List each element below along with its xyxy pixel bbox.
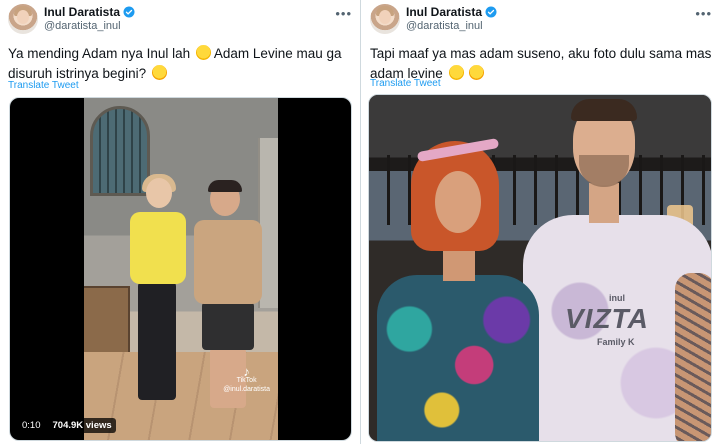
tweet-video[interactable]: ♪ TikTok @inul.daratista 0:10 704.9K vie… (9, 97, 352, 441)
verified-badge-icon (485, 6, 497, 18)
author-name[interactable]: Inul Daratista (44, 5, 120, 19)
shirt-print: inul VIZTA Family K (565, 293, 675, 353)
video-views: 704.9K views (48, 418, 116, 433)
man-figure (192, 180, 264, 432)
verified-badge-icon (123, 6, 135, 18)
tiktok-user: @inul.daratista (223, 386, 270, 393)
rolling-on-floor-laughing-emoji-icon (448, 65, 464, 80)
video-frame: ♪ TikTok @inul.daratista (84, 98, 278, 440)
tweet-photo[interactable]: inul VIZTA Family K (368, 94, 712, 442)
tweet-text-part: Tapi maaf ya mas adam suseno, aku foto d… (370, 46, 712, 81)
tiktok-logo-icon: ♪ (243, 364, 250, 379)
tweet-header: Inul Daratista @daratista_inul ••• (370, 4, 712, 38)
avatar[interactable] (370, 4, 400, 34)
face-with-hand-over-mouth-emoji-icon (151, 65, 167, 80)
grinning-sweat-emoji-icon (195, 45, 211, 60)
shirt-print-main: VIZTA (565, 303, 649, 334)
woman-figure (124, 174, 190, 428)
face-with-hand-over-mouth-emoji-icon (469, 65, 485, 80)
tweet-header: Inul Daratista @daratista_inul ••• (8, 4, 352, 38)
more-horizontal-icon[interactable]: ••• (335, 6, 352, 21)
author-handle[interactable]: @daratista_inul (44, 20, 121, 32)
author-name[interactable]: Inul Daratista (406, 5, 482, 19)
translate-tweet-link[interactable]: Translate Tweet (8, 80, 79, 91)
avatar[interactable] (8, 4, 38, 34)
woman-figure (373, 135, 543, 441)
translate-tweet-link[interactable]: Translate Tweet (370, 78, 441, 89)
tweet-text-part: Ya mending Adam nya Inul lah (8, 46, 191, 61)
shirt-print-bottom: Family K (597, 337, 635, 347)
tiktok-watermark: ♪ TikTok @inul.daratista (223, 364, 270, 394)
video-meta: 0:10 704.9K views (18, 418, 116, 433)
man-figure: inul VIZTA Family K (515, 99, 711, 441)
more-horizontal-icon[interactable]: ••• (695, 6, 712, 21)
tweet-text: Ya mending Adam nya Inul lah Adam Levine… (8, 44, 352, 84)
video-elapsed: 0:10 (18, 418, 45, 433)
author-handle[interactable]: @daratista_inul (406, 20, 483, 32)
shirt-print-top: inul (609, 293, 625, 303)
tiktok-brand: TikTok (236, 377, 257, 384)
